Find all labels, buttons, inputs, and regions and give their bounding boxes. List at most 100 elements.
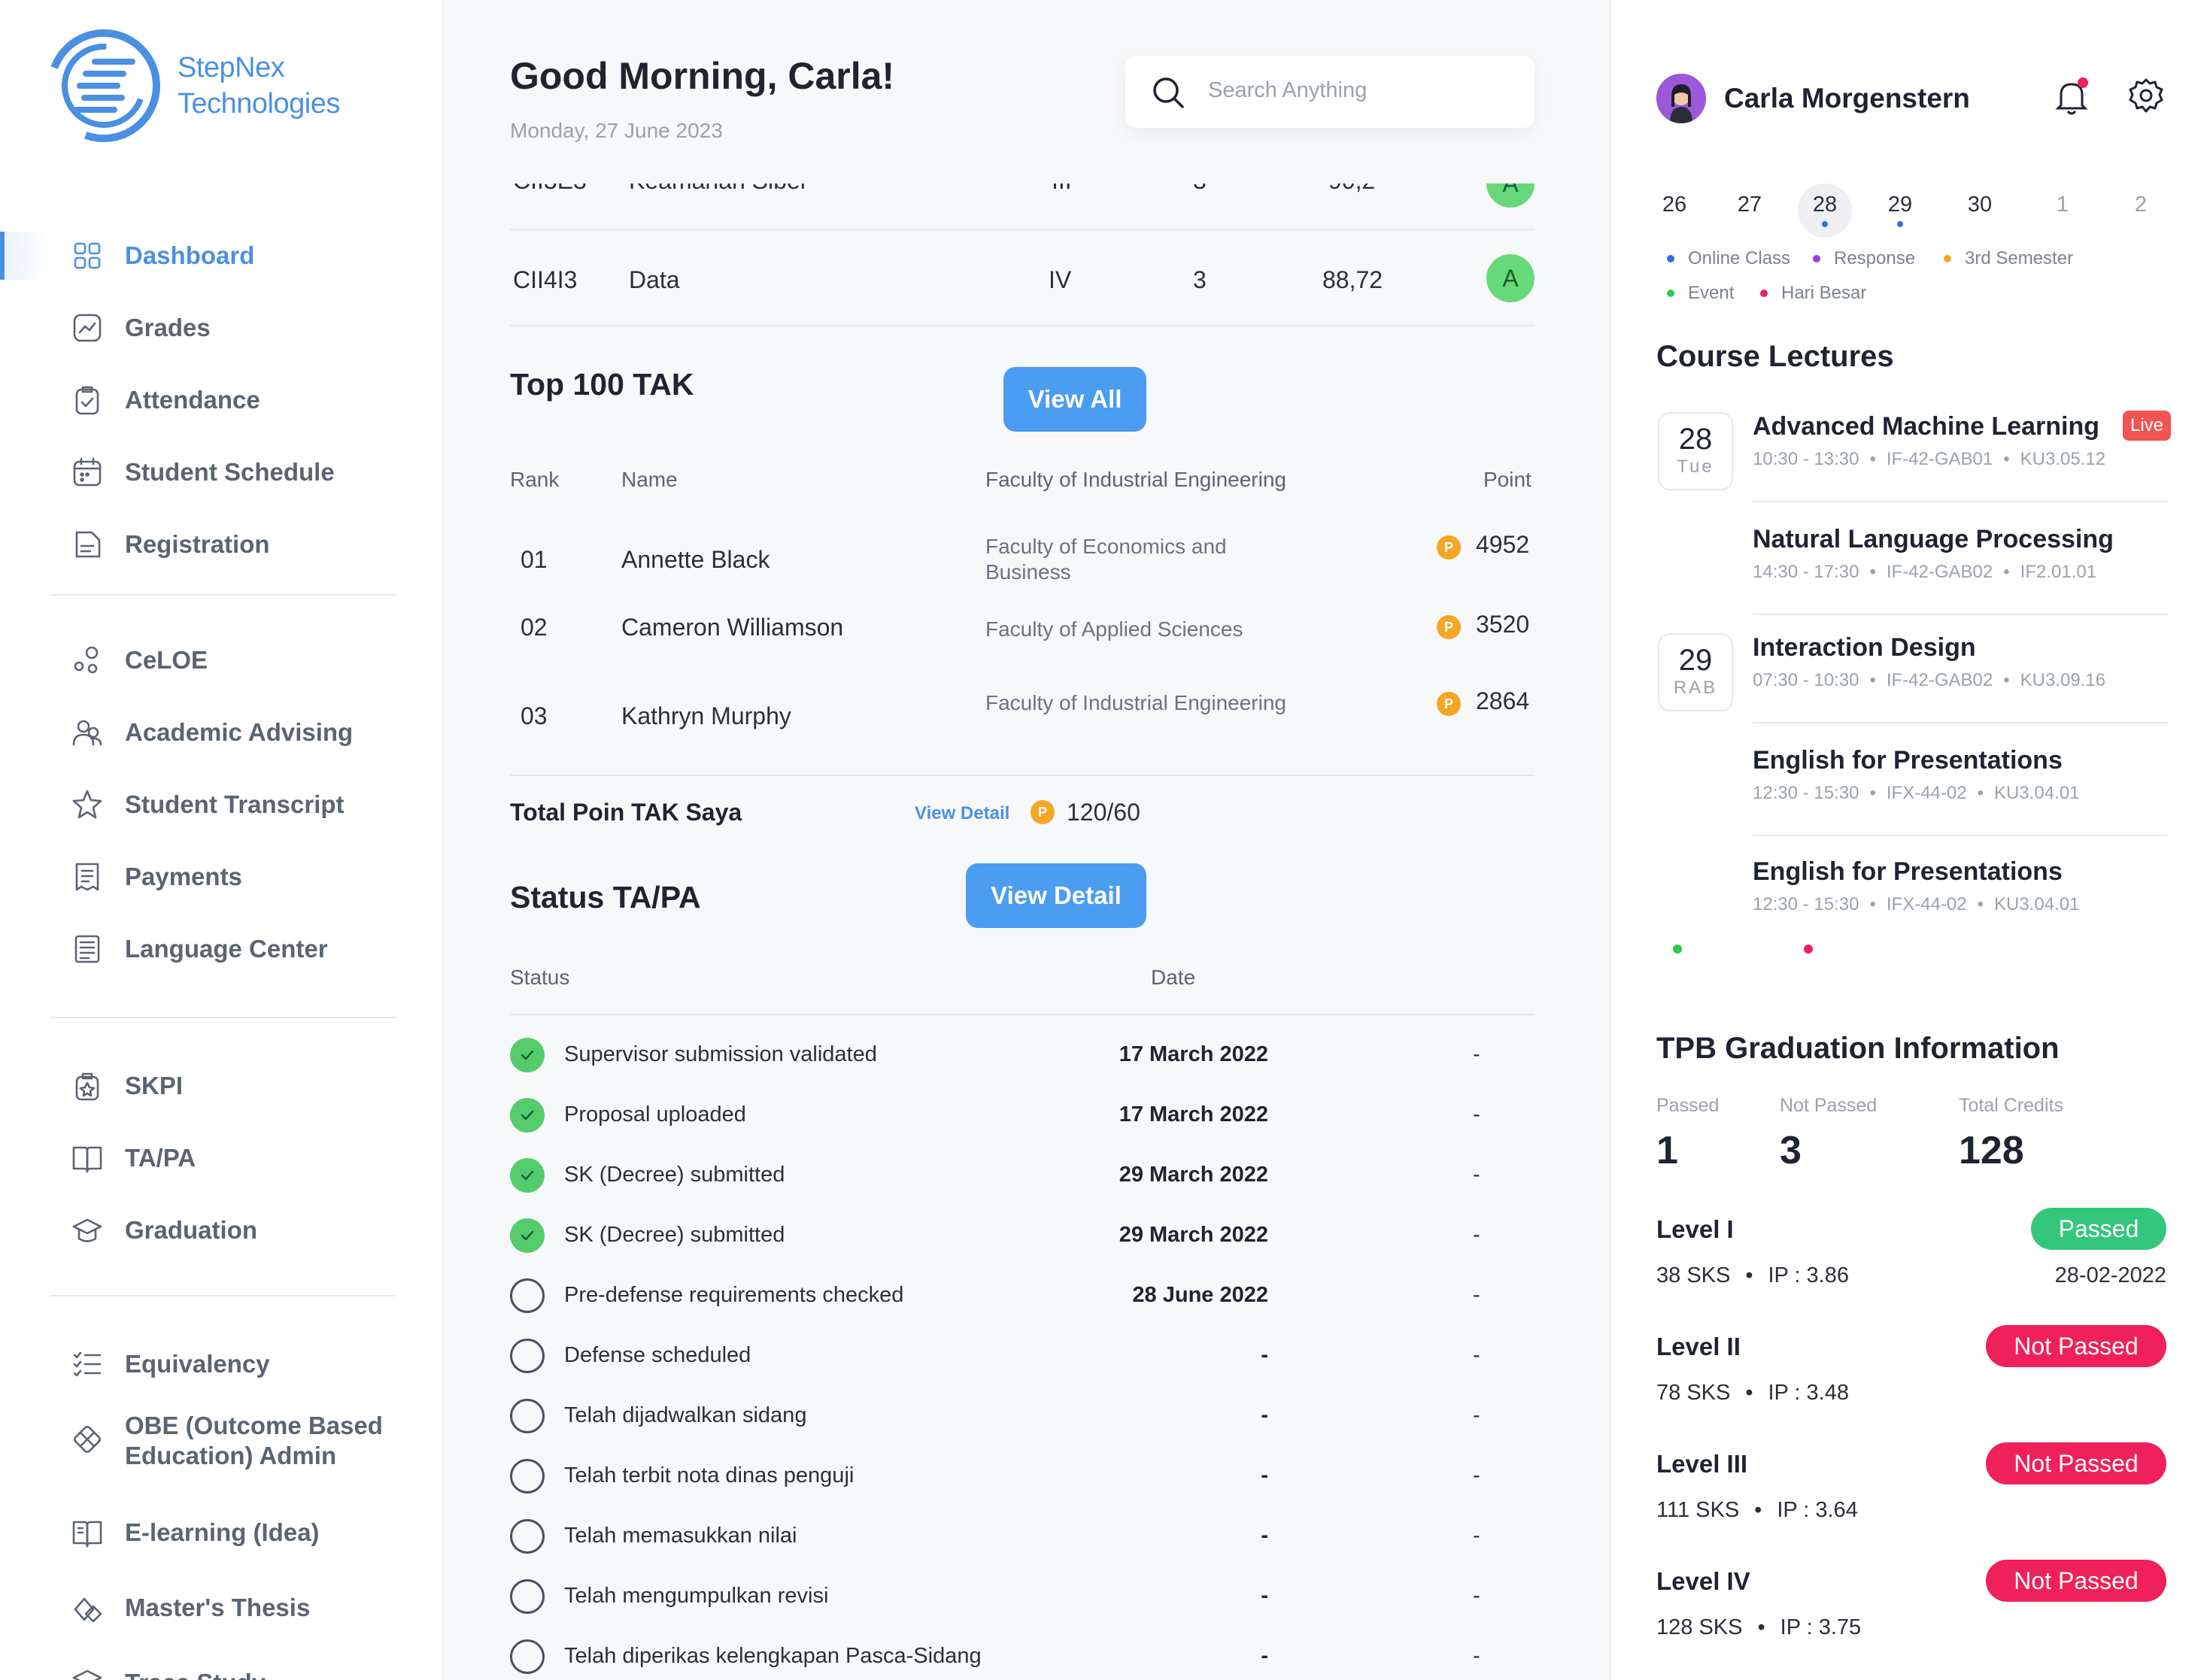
view-detail-button[interactable]: View Detail	[966, 863, 1146, 928]
grade-badge: A	[1486, 254, 1535, 302]
status-label: SK (Decree) submitted	[564, 1163, 785, 1187]
check-circle-icon	[510, 1218, 545, 1253]
sidebar-item-ta-pa[interactable]: TA/PA	[0, 1128, 444, 1188]
sidebar-item-master-s-thesis[interactable]: Master's Thesis	[0, 1578, 444, 1638]
sidebar-item-grades[interactable]: Grades	[0, 298, 444, 358]
empty-circle-icon	[510, 1459, 545, 1494]
level-name: Level III	[1656, 1450, 1748, 1478]
point-header: Point	[1483, 468, 1532, 491]
gear-icon[interactable]	[2127, 77, 2165, 114]
legend-dot	[1813, 255, 1820, 262]
sidebar-item-e-learning-idea[interactable]: E-learning (Idea)	[0, 1503, 444, 1563]
status-date: 17 March 2022	[1119, 1042, 1268, 1066]
thesis-icon	[74, 1597, 102, 1623]
status-date: -	[1261, 1584, 1268, 1608]
sidebar-item-skpi[interactable]: SKPI	[0, 1056, 444, 1116]
lecture-title: Advanced Machine Learning	[1753, 412, 2099, 441]
calendar-day-number: 30	[1967, 193, 1993, 217]
sidebar-item-label: CeLOE	[125, 646, 208, 674]
sidebar-item-student-transcript[interactable]: Student Transcript	[0, 775, 444, 835]
sidebar-item-label: Equivalency	[125, 1350, 270, 1378]
greeting: Good Morning, Carla!	[510, 55, 895, 97]
lecture-meta: 07:30 - 10:30 • IF-42-GAB02 • KU3.09.16	[1753, 670, 2166, 691]
calendar-day-number: 27	[1737, 193, 1762, 217]
event-dot	[1673, 945, 1682, 954]
lecture-divider	[1753, 835, 2168, 836]
level-name: Level IV	[1656, 1567, 1750, 1595]
view-all-button[interactable]: View All	[1003, 367, 1146, 432]
calendar-day-number: 29	[1887, 193, 1913, 217]
meta-separator: •	[1977, 894, 1984, 914]
level-ip: IP : 3.48	[1768, 1381, 1850, 1405]
status-date: -	[1261, 1644, 1268, 1668]
lecture-item[interactable]: Natural Language Processing 14:30 - 17:30…	[1753, 525, 2166, 583]
calendar-day[interactable]: 28	[1798, 183, 1852, 238]
sidebar-item-equivalency[interactable]: Equivalency	[0, 1334, 444, 1394]
calendar-day[interactable]: 27	[1723, 183, 1777, 238]
lecture-title: English for Presentations	[1753, 746, 2063, 775]
status-extra: -	[1473, 1463, 1480, 1487]
status-label: SK (Decree) submitted	[564, 1223, 785, 1247]
sidebar-item-label: Academic Advising	[125, 718, 354, 746]
level-date: 28-02-2022	[2054, 1263, 2166, 1287]
status-extra: -	[1473, 1223, 1480, 1247]
celoe-icon	[74, 646, 99, 674]
bell-icon[interactable]	[2054, 75, 2091, 117]
level-sks: 111 SKS	[1656, 1498, 1740, 1522]
status-header: Status	[510, 966, 570, 989]
calendar-day[interactable]: 29	[1873, 183, 1927, 238]
lecture-item[interactable]: English for Presentations 12:30 - 15:30 • I…	[1753, 857, 2166, 915]
sidebar-item-payments[interactable]: Payments	[0, 847, 444, 907]
status-extra: -	[1473, 1524, 1480, 1548]
lecture-time: 12:30 - 15:30	[1753, 894, 1859, 914]
search-input[interactable]: Search Anything	[1125, 56, 1535, 128]
meta-separator: •	[1977, 783, 1984, 803]
status-date: 29 March 2022	[1119, 1223, 1268, 1247]
lecture-room: KU3.05.12	[2020, 449, 2106, 469]
sidebar-item-obe-outcome-based-education-admin[interactable]: OBE (Outcome Based Education) Admin	[0, 1409, 444, 1469]
meta-separator: •	[2003, 562, 2010, 582]
meta-separator: •	[1869, 894, 1876, 914]
lecture-item[interactable]: Interaction Design 07:30 - 10:30 • IF-42-GA…	[1753, 633, 2166, 691]
tpb-title: TPB Graduation Information	[1656, 1032, 2060, 1065]
status-date: -	[1261, 1524, 1268, 1548]
calendar-day-number: 2	[2134, 193, 2148, 217]
lecture-time: 12:30 - 15:30	[1753, 783, 1859, 803]
status-extra: -	[1473, 1163, 1480, 1187]
status-label: Telah mengumpulkan revisi	[564, 1584, 829, 1608]
sidebar-item-dashboard[interactable]: Dashboard	[0, 226, 444, 286]
sidebar-item-registration[interactable]: Registration	[0, 514, 444, 575]
sidebar-item-student-schedule[interactable]: Student Schedule	[0, 442, 444, 502]
faculty-cell: Faculty of Economics and Business	[985, 535, 1227, 584]
empty-circle-icon	[510, 1639, 545, 1674]
sidebar-item-attendance[interactable]: Attendance	[0, 370, 444, 430]
sidebar-item-trace-study[interactable]: Trace Study	[0, 1653, 444, 1680]
calendar-day[interactable]: 1	[2035, 183, 2090, 238]
sidebar-item-label: Payments	[125, 863, 242, 890]
checkmark-icon	[521, 1050, 534, 1060]
legend-dot	[1944, 255, 1951, 262]
attendance-icon	[75, 386, 99, 415]
dashboard-icon	[74, 242, 101, 269]
brand-name: StepNex Technologies	[178, 50, 340, 122]
stat-label: Passed	[1656, 1095, 1720, 1116]
point-coin-icon: P	[1437, 692, 1461, 716]
live-badge: Live	[2123, 411, 2172, 441]
sidebar-item-celoe[interactable]: CeLOE	[0, 630, 444, 690]
lecture-item[interactable]: Advanced Machine Learning 10:30 - 13:30 • I…	[1753, 412, 2166, 470]
calendar-day[interactable]: 30	[1953, 183, 2007, 238]
calendar-day[interactable]: 26	[1647, 183, 1702, 238]
legend-dot	[1760, 290, 1768, 297]
avatar[interactable]	[1656, 74, 1706, 123]
status-date: -	[1261, 1403, 1268, 1427]
view-detail-link[interactable]: View Detail	[915, 803, 1009, 824]
lecture-time: 07:30 - 10:30	[1753, 670, 1859, 690]
sidebar-item-language-center[interactable]: Language Center	[0, 919, 444, 979]
brand-name-line1: StepNex	[178, 52, 285, 83]
lecture-item[interactable]: English for Presentations 12:30 - 15:30 • I…	[1753, 746, 2166, 804]
status-label: Telah memasukkan nilai	[564, 1524, 797, 1548]
level-sks: 38 SKS	[1656, 1263, 1731, 1287]
sidebar-item-academic-advising[interactable]: Academic Advising	[0, 702, 444, 763]
calendar-day[interactable]: 2	[2114, 183, 2168, 238]
sidebar-item-graduation[interactable]: Graduation	[0, 1200, 444, 1260]
